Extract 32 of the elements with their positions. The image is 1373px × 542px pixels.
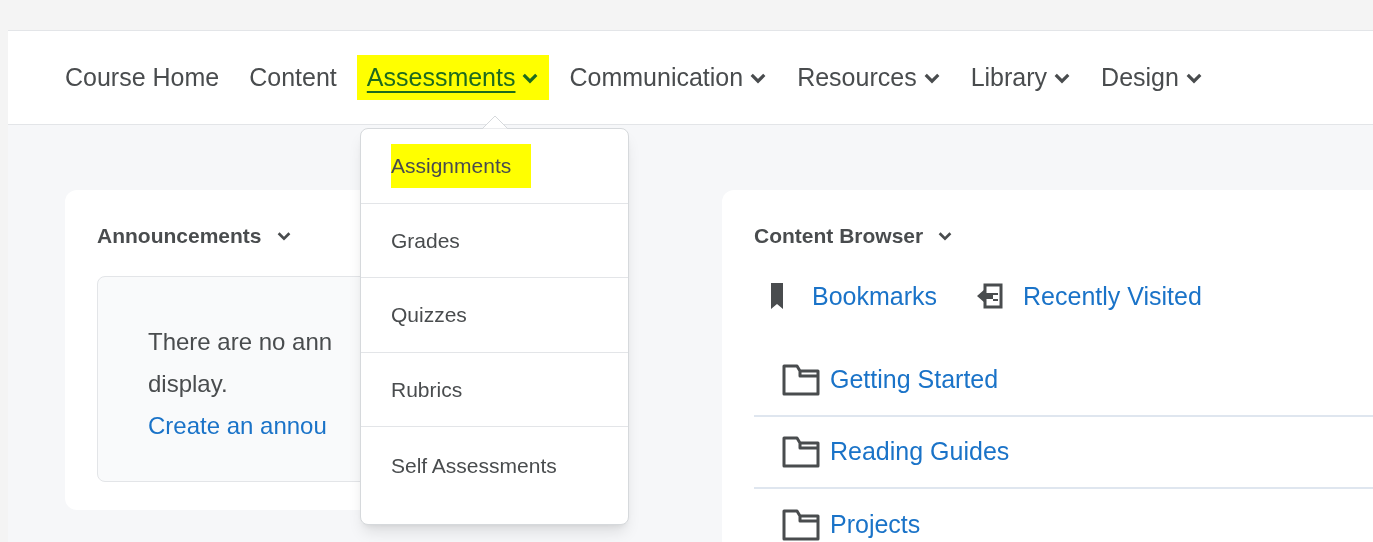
folder-link[interactable]: Getting Started xyxy=(830,361,999,399)
folder-link[interactable]: Projects xyxy=(830,506,921,542)
history-icon xyxy=(975,282,1006,311)
chevron-down-icon xyxy=(521,71,540,84)
nav-tab[interactable]: Course Home xyxy=(65,58,220,97)
folder-link[interactable]: Reading Guides xyxy=(830,433,1010,471)
chevron-down-icon xyxy=(937,230,954,241)
menu-item[interactable]: Quizzes xyxy=(391,299,467,331)
chevron-down-icon xyxy=(749,71,768,84)
bookmark-icon xyxy=(770,282,784,311)
menu-item[interactable]: Rubrics xyxy=(391,373,463,405)
chevron-down-icon xyxy=(1053,71,1072,84)
nav-tab[interactable]: Content xyxy=(249,58,337,97)
nav-tab[interactable]: Communication xyxy=(569,58,768,97)
bookmarks-link[interactable]: Bookmarks xyxy=(812,277,938,315)
menu-item[interactable]: Assignments xyxy=(391,144,532,188)
folder-icon xyxy=(782,436,820,468)
chevron-down-icon xyxy=(922,71,941,84)
nav-tab[interactable]: Library xyxy=(970,58,1072,97)
chevron-down-icon xyxy=(1184,71,1203,84)
folder-icon xyxy=(782,364,820,396)
chevron-down-icon xyxy=(275,230,292,241)
recently-visited-link[interactable]: Recently Visited xyxy=(1023,277,1202,315)
widget-title: Announcements xyxy=(97,223,262,249)
menu-item[interactable]: Self Assessments xyxy=(391,450,557,482)
nav-tab[interactable]: Assessments xyxy=(356,54,550,101)
widget-title: Content Browser xyxy=(754,223,924,249)
folder-icon xyxy=(782,509,820,541)
nav-tab[interactable]: Resources xyxy=(797,58,941,97)
empty-message: There are no ann display. xyxy=(148,326,333,399)
nav-tab[interactable]: Design xyxy=(1101,58,1203,97)
menu-item[interactable]: Grades xyxy=(391,224,460,256)
